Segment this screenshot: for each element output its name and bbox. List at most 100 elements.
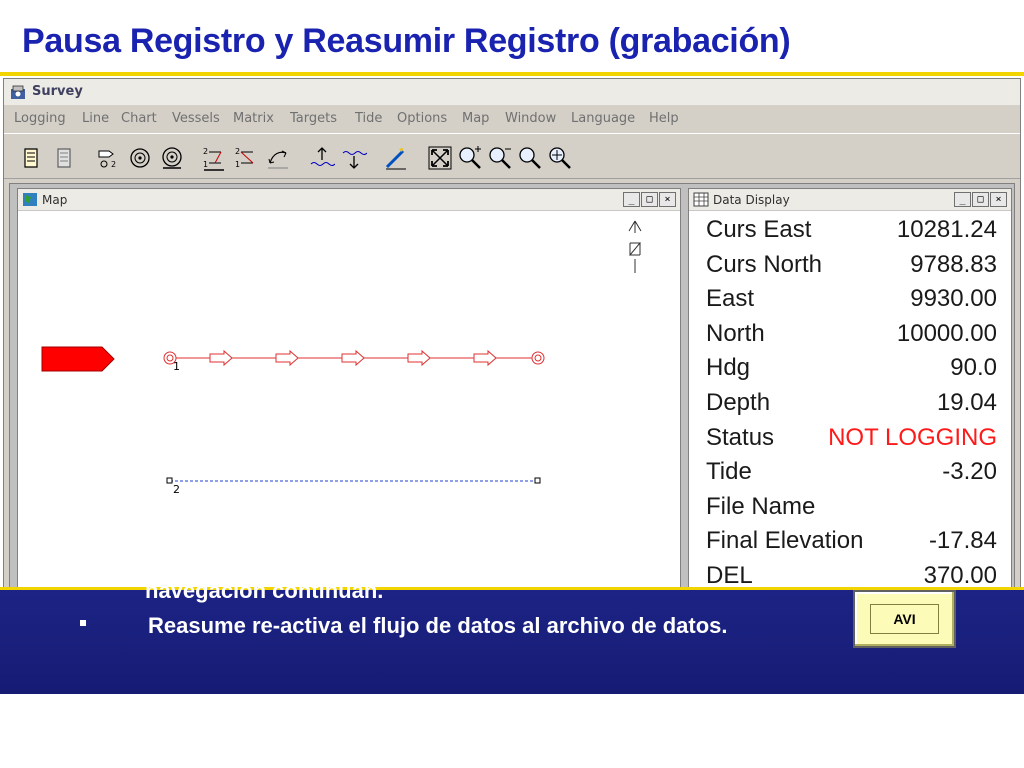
data-rows: Curs East 10281.24 Curs North 9788.83 Ea… xyxy=(689,214,1011,587)
survey-line-1 xyxy=(163,349,545,367)
map-canvas[interactable]: 1 2 xyxy=(18,211,680,587)
menu-help[interactable]: Help xyxy=(649,111,679,126)
menu-language[interactable]: Language xyxy=(571,111,635,126)
minimize-button[interactable]: _ xyxy=(954,192,971,207)
toolbar: 2 21 21 xyxy=(4,133,1020,179)
vessel-offset-button[interactable]: 2 xyxy=(94,144,122,172)
north-arrow-icon xyxy=(628,220,642,273)
maximize-button[interactable]: □ xyxy=(972,192,989,207)
expand-icon xyxy=(428,146,452,170)
menu-logging[interactable]: Logging xyxy=(14,111,66,126)
zoom-window-button[interactable] xyxy=(516,144,544,172)
row-label: Hdg xyxy=(706,354,751,382)
data-row-file-name: File Name xyxy=(689,491,1011,526)
vessel-icon xyxy=(41,346,115,372)
row-value: -3.20 xyxy=(942,458,997,486)
panel-cut-text: navegación continúan. xyxy=(145,578,384,603)
row-label: Depth xyxy=(706,388,771,416)
bullet-icon xyxy=(80,620,86,626)
tide-up-icon xyxy=(310,147,335,166)
stop-logging-button[interactable] xyxy=(50,144,78,172)
row-value: 10281.24 xyxy=(896,216,997,243)
row-value: 9788.83 xyxy=(910,250,997,278)
close-button[interactable]: × xyxy=(990,192,1007,207)
reverse-line-button[interactable] xyxy=(264,144,292,172)
data-row-del: DEL 370.00 xyxy=(689,560,1011,587)
target-icon xyxy=(130,148,150,168)
menu-targets[interactable]: Targets xyxy=(290,111,337,126)
previous-line-button[interactable]: 21 xyxy=(232,144,260,172)
zoom-in-button[interactable] xyxy=(456,144,484,172)
start-logging-button[interactable] xyxy=(18,144,46,172)
document-icon xyxy=(57,148,71,168)
data-row-final-elevation: Final Elevation -17.84 xyxy=(689,525,1011,560)
map-drawing: 1 2 xyxy=(41,220,642,496)
svg-text:2: 2 xyxy=(203,147,208,156)
scroll-icon xyxy=(24,148,38,168)
draw-button[interactable] xyxy=(382,144,410,172)
menu-bar: Logging Line Chart Vessels Matrix Target… xyxy=(4,109,1020,131)
bullseye-icon xyxy=(162,147,182,169)
data-row-east: East 9930.00 xyxy=(689,283,1011,318)
row-label: Status xyxy=(706,423,775,451)
row-label: Curs North xyxy=(706,250,823,278)
map-titlebar[interactable]: Map _ □ × xyxy=(18,189,680,211)
app-title: Survey xyxy=(32,84,83,99)
maximize-button[interactable]: □ xyxy=(641,192,658,207)
grid-icon xyxy=(693,192,709,207)
data-row-curs-north: Curs North 9788.83 xyxy=(689,249,1011,284)
pencil-icon xyxy=(385,148,406,170)
svg-text:1: 1 xyxy=(235,160,240,169)
line-2-label: 2 xyxy=(173,483,180,496)
zoom-window-icon xyxy=(519,147,541,169)
avi-button[interactable]: AVI xyxy=(853,590,956,648)
zoom-pan-icon xyxy=(549,147,571,169)
menu-window[interactable]: Window xyxy=(505,111,556,126)
data-display-window[interactable]: Data Display _ □ × Curs East 10281.24 Cu… xyxy=(688,188,1012,587)
target-button[interactable] xyxy=(126,144,154,172)
survey-app-icon xyxy=(11,85,25,99)
status-value: NOT LOGGING xyxy=(828,423,997,451)
title-divider xyxy=(0,72,1024,76)
target-set-button[interactable] xyxy=(158,144,186,172)
row-label: File Name xyxy=(706,492,816,520)
tide-up-button[interactable] xyxy=(308,144,336,172)
menu-chart[interactable]: Chart xyxy=(121,111,157,126)
menu-matrix[interactable]: Matrix xyxy=(233,111,274,126)
map-icon xyxy=(23,193,37,206)
zoom-extents-button[interactable] xyxy=(426,144,454,172)
next-line-button[interactable]: 21 xyxy=(200,144,228,172)
data-row-curs-east: Curs East 10281.24 xyxy=(689,214,1011,249)
line-down-icon: 21 xyxy=(235,147,254,169)
zoom-out-button[interactable] xyxy=(486,144,514,172)
menu-vessels[interactable]: Vessels xyxy=(172,111,220,126)
mdi-workspace: Map _ □ × 1 2 Data Display _ □ × Curs Ea… xyxy=(9,183,1015,587)
menu-line[interactable]: Line xyxy=(82,111,109,126)
row-label: Tide xyxy=(706,458,752,486)
vessel-offset-icon: 2 xyxy=(98,150,116,169)
minimize-button[interactable]: _ xyxy=(623,192,640,207)
survey-line-2 xyxy=(166,477,541,484)
close-button[interactable]: × xyxy=(659,192,676,207)
row-label: Curs East xyxy=(706,216,812,243)
menu-tide[interactable]: Tide xyxy=(355,111,382,126)
map-window[interactable]: Map _ □ × 1 2 xyxy=(17,188,681,587)
reverse-icon xyxy=(268,150,288,169)
zoom-in-icon xyxy=(459,146,481,169)
data-row-north: North 10000.00 xyxy=(689,318,1011,353)
row-value: -17.84 xyxy=(928,527,997,555)
row-value: 10000.00 xyxy=(896,319,997,347)
data-display-titlebar[interactable]: Data Display _ □ × xyxy=(689,189,1011,211)
row-value: 19.04 xyxy=(936,388,997,416)
line-1-label: 1 xyxy=(173,360,180,373)
row-label: East xyxy=(706,285,755,313)
row-label: North xyxy=(706,319,765,347)
svg-text:2: 2 xyxy=(235,147,240,156)
app-titlebar: Survey xyxy=(4,79,1020,105)
pan-button[interactable] xyxy=(546,144,574,172)
tide-down-button[interactable] xyxy=(340,144,368,172)
row-value: 9930.00 xyxy=(910,285,997,313)
menu-map[interactable]: Map xyxy=(462,111,489,126)
menu-options[interactable]: Options xyxy=(397,111,447,126)
slide-title: Pausa Registro y Reasumir Registro (grab… xyxy=(22,22,791,60)
